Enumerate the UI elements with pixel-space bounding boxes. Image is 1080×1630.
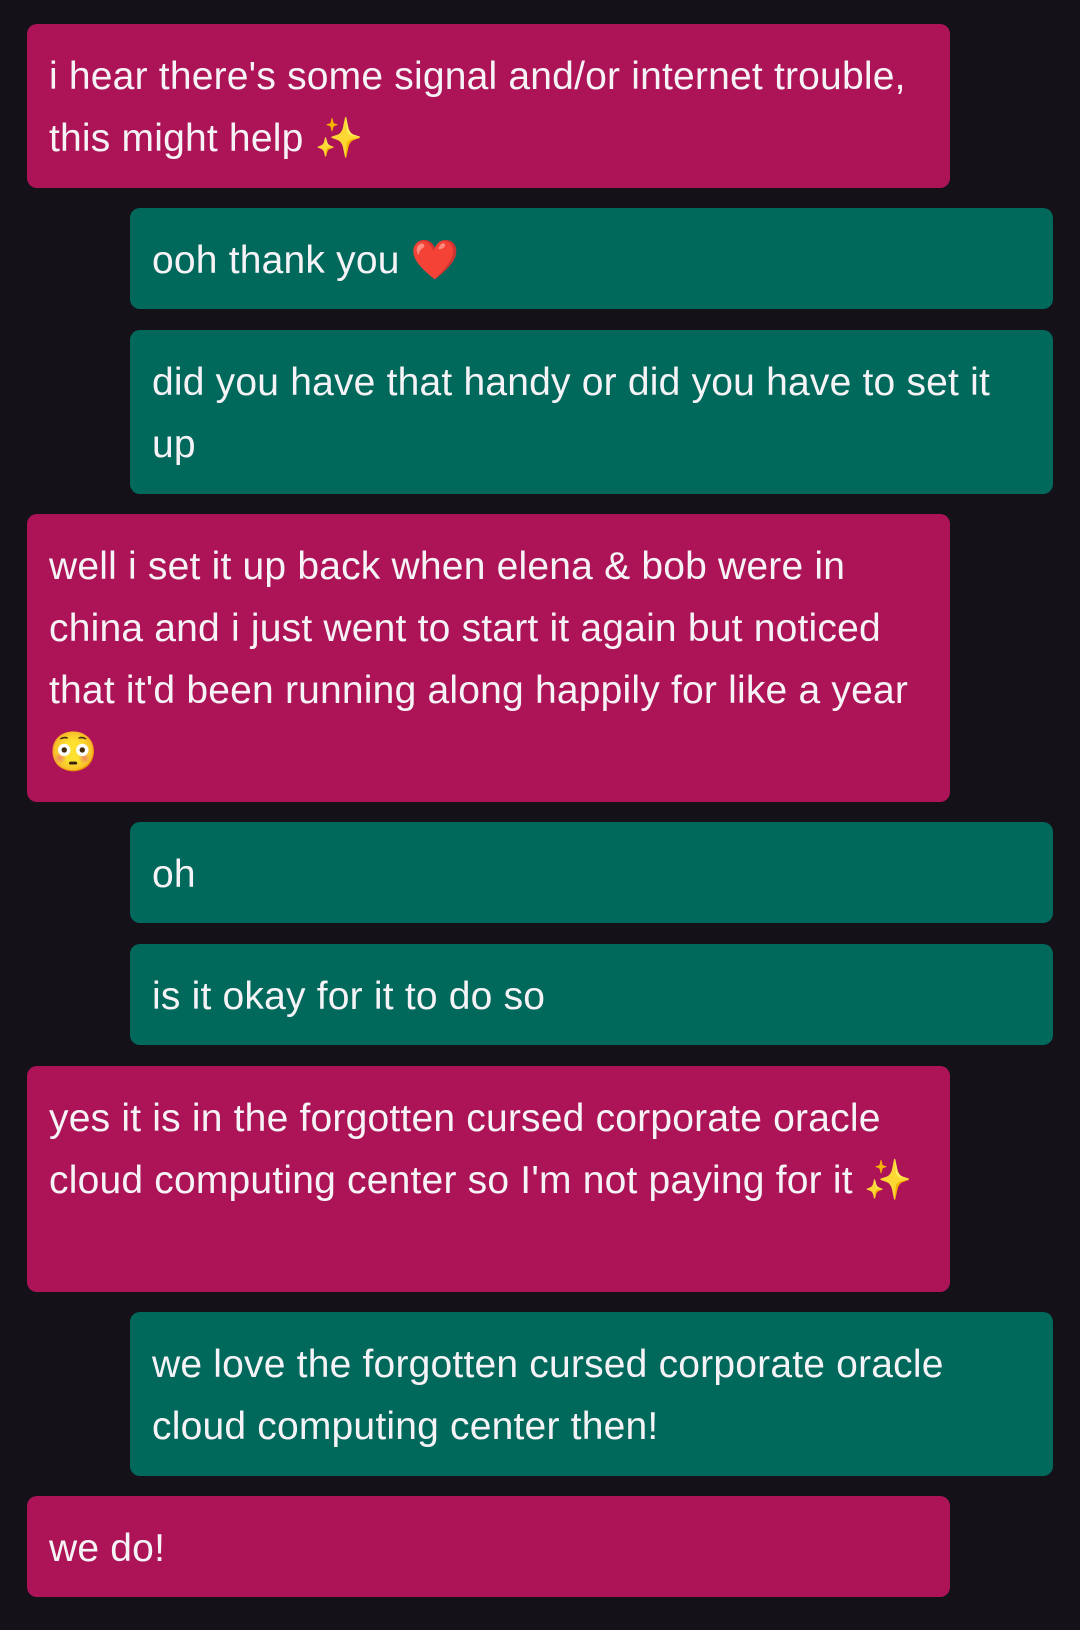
message-text: is it okay for it to do so [152,975,546,1018]
message-bubble-outgoing[interactable]: we love the forgotten cursed corporate o… [130,1312,1053,1476]
message-text: oh [152,853,196,896]
message-bubble-incoming[interactable]: yes it is in the forgotten cursed corpor… [27,1066,950,1292]
message-bubble-outgoing[interactable]: is it okay for it to do so [130,944,1053,1045]
message-bubble-outgoing[interactable]: ooh thank you ❤️ [130,208,1053,309]
message-text: yes it is in the forgotten cursed corpor… [49,1097,913,1202]
message-text: we do! [49,1527,166,1570]
message-text: i hear there's some signal and/or intern… [49,55,906,160]
message-bubble-incoming[interactable]: well i set it up back when elena & bob w… [27,514,950,802]
message-bubble-incoming[interactable]: we do! [27,1496,950,1597]
message-text: ooh thank you ❤️ [152,239,460,282]
chat-thread[interactable]: i hear there's some signal and/or intern… [0,0,1080,1630]
message-bubble-outgoing[interactable]: did you have that handy or did you have … [130,330,1053,494]
message-text: well i set it up back when elena & bob w… [49,545,909,774]
message-bubble-incoming[interactable]: i hear there's some signal and/or intern… [27,24,950,188]
message-text: did you have that handy or did you have … [152,361,991,466]
message-bubble-outgoing[interactable]: oh [130,822,1053,923]
message-text: we love the forgotten cursed corporate o… [152,1343,944,1448]
